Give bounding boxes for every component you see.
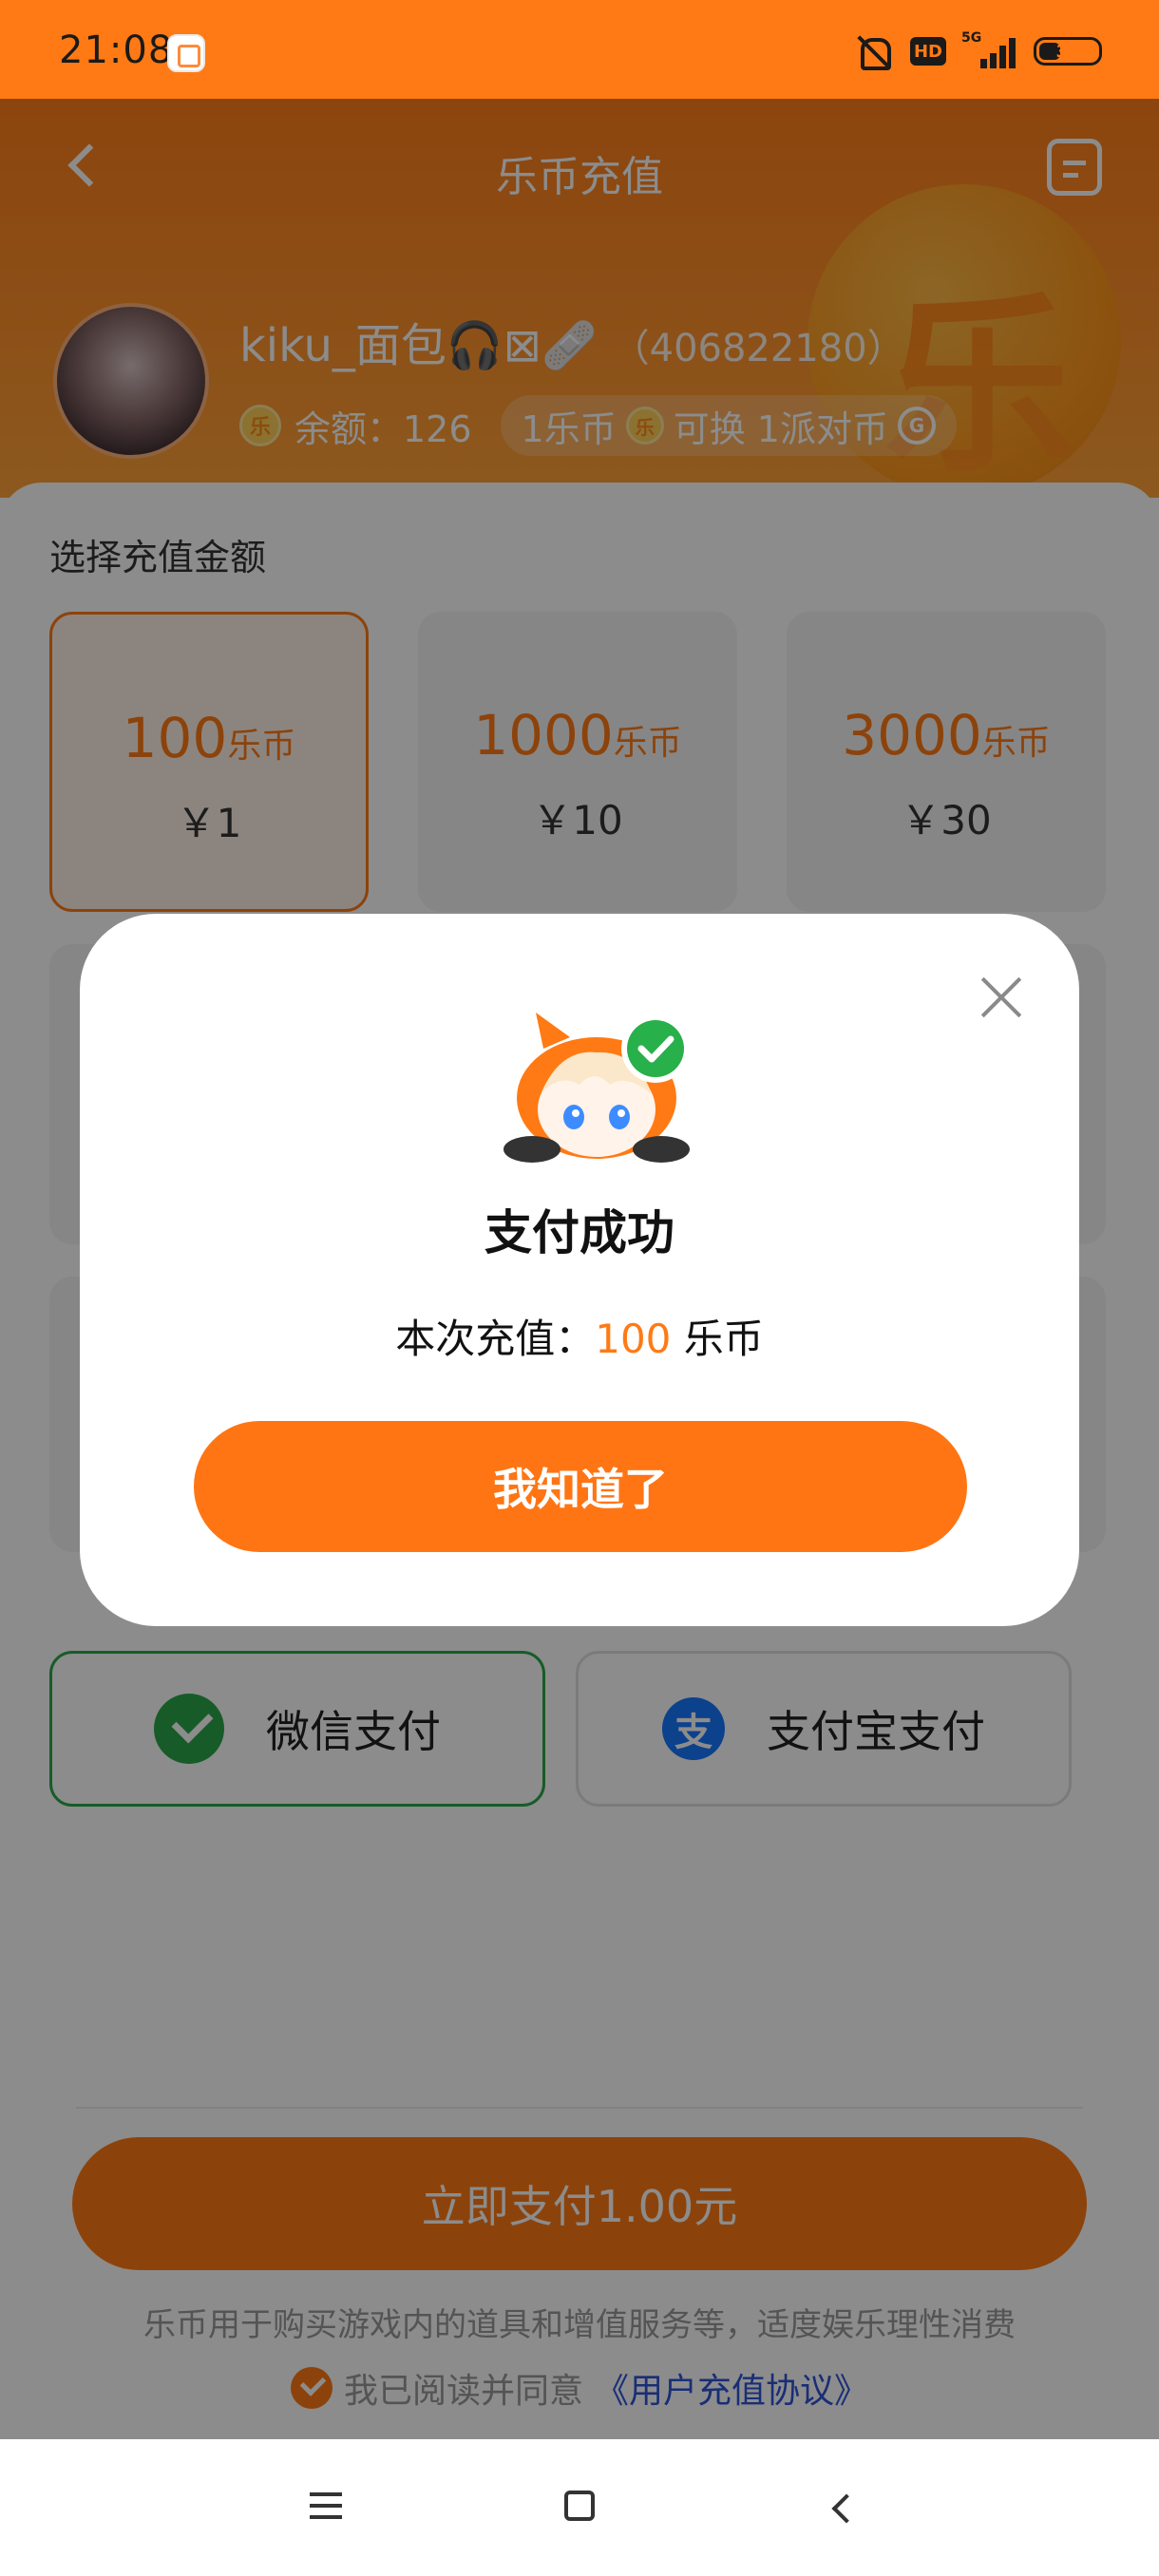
- home-icon[interactable]: [564, 2491, 595, 2521]
- dialog-title: 支付成功: [484, 1205, 674, 1260]
- notification-icon: [167, 34, 205, 72]
- status-bar: 21:08 HD 5G 34: [0, 0, 1159, 99]
- confirm-button[interactable]: 我知道了: [194, 1421, 967, 1552]
- back-icon[interactable]: [825, 2492, 863, 2523]
- menu-icon[interactable]: [310, 2492, 342, 2521]
- dialog-message-prefix: 本次充值：: [395, 1316, 596, 1362]
- mascot-success-icon: [504, 1013, 690, 1163]
- status-icons: HD 5G 34: [853, 30, 1102, 70]
- battery-icon: 34: [1034, 37, 1102, 66]
- recharge-amount: 100: [595, 1316, 672, 1362]
- dialog-message: 本次充值：100 乐币: [80, 1307, 1079, 1365]
- payment-success-dialog: 支付成功 本次充值：100 乐币 我知道了: [80, 914, 1079, 1626]
- battery-level: 34: [1055, 41, 1080, 62]
- network-type: 5G: [961, 30, 982, 46]
- system-navigation-bar: [0, 2439, 1159, 2576]
- dialog-message-unit: 乐币: [671, 1316, 764, 1362]
- signal-icon: 5G: [961, 30, 1018, 68]
- mute-icon: [853, 32, 895, 70]
- status-time: 21:08: [59, 28, 174, 72]
- hd-badge: HD: [910, 37, 946, 66]
- close-icon[interactable]: [977, 973, 1026, 1022]
